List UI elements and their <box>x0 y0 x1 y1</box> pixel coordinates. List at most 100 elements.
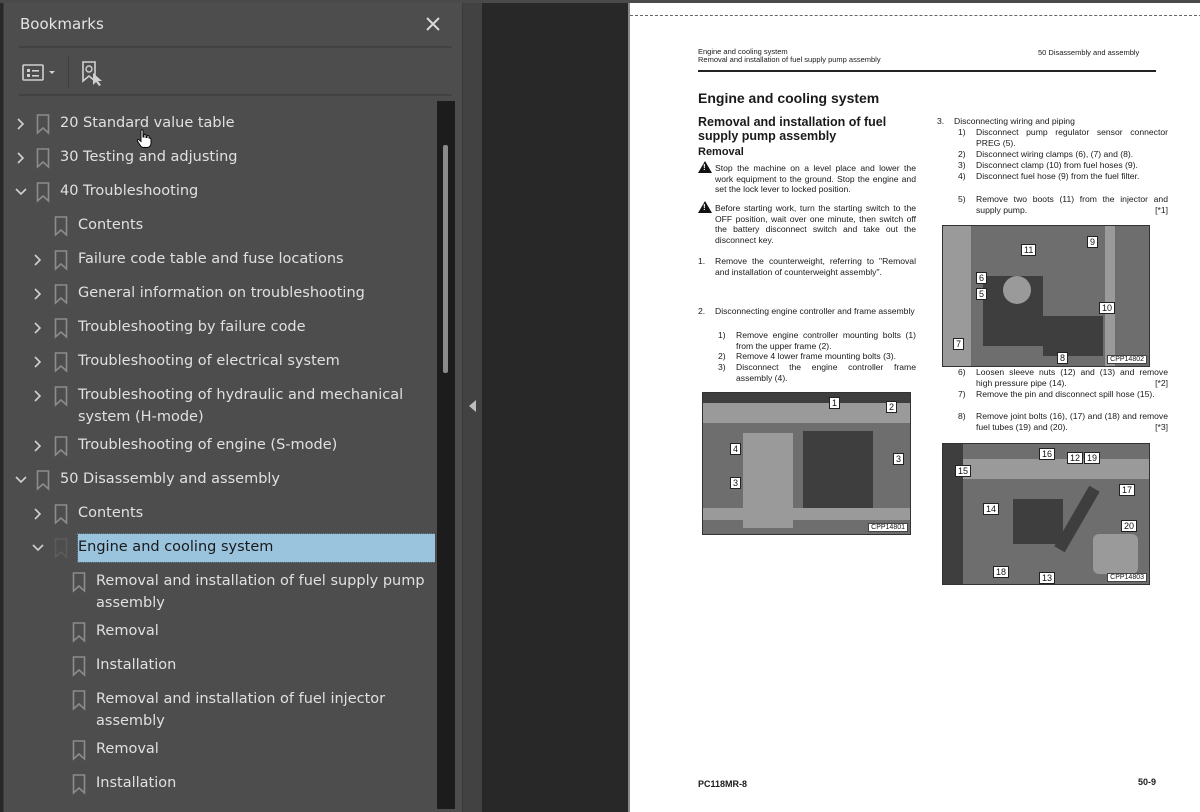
bookmark-scrollbar-thumb[interactable] <box>443 145 448 373</box>
substep-text-content: Remove joint bolts (16), (17) and (18) a… <box>976 411 1168 432</box>
page-number: 50-9 <box>1138 777 1157 787</box>
step-number: 1. <box>698 256 706 266</box>
bookmark-item[interactable]: Removal and installation of fuel injecto… <box>0 687 435 737</box>
bookmark-label: 50 Disassembly and assembly <box>60 471 281 487</box>
bookmark-item[interactable]: Installation <box>0 653 435 687</box>
bookmark-label: Engine and cooling system <box>77 533 435 563</box>
chevron-right-icon[interactable] <box>14 117 28 131</box>
callout: 3 <box>893 453 905 465</box>
bookmark-icon <box>54 216 68 237</box>
substep-text: Remove two boots (11) from the injector … <box>976 194 1168 215</box>
bookmark-label: Contents <box>78 505 144 521</box>
substep-text-content: Disconnect the engine controller frame a… <box>736 362 916 383</box>
substep-text: Disconnect the engine controller frame a… <box>736 362 916 383</box>
bookmark-item[interactable]: 40 Troubleshooting <box>0 179 435 213</box>
bookmark-item[interactable]: Contents <box>0 213 435 247</box>
bookmark-item[interactable]: Troubleshooting of engine (S-mode) <box>0 433 435 467</box>
bookmark-item[interactable]: Contents <box>0 501 435 535</box>
substep-text: Remove the pin and disconnect spill hose… <box>976 389 1168 400</box>
bookmark-item[interactable]: 30 Testing and adjusting <box>0 145 435 179</box>
bookmark-item[interactable]: Engine and cooling system <box>0 533 435 569</box>
bookmark-icon <box>54 386 68 407</box>
callout: 19 <box>1084 452 1101 464</box>
callout: 6 <box>976 272 988 284</box>
bookmark-icon <box>36 182 50 203</box>
bookmark-label: Troubleshooting of hydraulic and mechani… <box>78 387 404 425</box>
warning-icon <box>698 161 712 173</box>
callout: 11 <box>1021 244 1037 256</box>
bookmark-item[interactable]: Troubleshooting of hydraulic and mechani… <box>0 383 435 433</box>
bookmark-label: Troubleshooting by failure code <box>78 319 306 335</box>
callout: 12 <box>1067 452 1084 464</box>
toolbar-divider <box>68 56 69 88</box>
bookmark-icon <box>72 572 86 593</box>
substep-number: 4) <box>958 171 966 181</box>
bookmark-label: Troubleshooting of electrical system <box>78 353 340 369</box>
chevron-down-icon[interactable] <box>14 185 28 199</box>
bookmark-item[interactable]: Removal <box>0 737 435 771</box>
bookmark-item[interactable]: Troubleshooting of electrical system <box>0 349 435 383</box>
bookmark-icon <box>54 318 68 339</box>
chevron-right-icon[interactable] <box>31 355 45 369</box>
chevron-right-icon[interactable] <box>31 287 45 301</box>
bookmark-icon <box>54 538 68 559</box>
chevron-down-icon[interactable] <box>31 541 45 555</box>
page-footer-model: PC118MR-8 <box>698 779 748 789</box>
bookmark-item[interactable]: 20 Standard value table <box>0 111 435 145</box>
figure-supply-pump-wiring: 11 9 6 5 10 7 8 CPP14802 <box>942 225 1150 367</box>
substep-text-content: Remove the pin and disconnect spill hose… <box>976 389 1155 399</box>
bookmark-icon <box>54 436 68 457</box>
step-text: Disconnecting engine controller and fram… <box>715 306 915 316</box>
callout: 16 <box>1039 448 1056 460</box>
chevron-right-icon[interactable] <box>31 439 45 453</box>
bookmark-label: Installation <box>96 775 177 791</box>
bookmark-item[interactable]: Troubleshooting by failure code <box>0 315 435 349</box>
bookmark-icon <box>54 250 68 271</box>
substep-text: Remove joint bolts (16), (17) and (18) a… <box>976 411 1168 432</box>
collapse-panel-button[interactable] <box>462 3 482 812</box>
substep-number: 7) <box>958 389 966 399</box>
bookmark-item[interactable]: Installation <box>0 771 435 805</box>
substep-number: 2) <box>958 149 966 159</box>
find-current-bookmark-icon <box>82 61 102 86</box>
bookmark-item[interactable]: Removal <box>0 619 435 653</box>
substep-text: Remove engine controller mounting bolts … <box>736 330 916 351</box>
find-current-bookmark-button[interactable] <box>78 59 106 87</box>
running-header-right: 50 Disassembly and assembly <box>1038 48 1140 57</box>
step-number: 2. <box>698 306 706 316</box>
bookmark-icon <box>72 774 86 795</box>
callout: 4 <box>730 443 742 455</box>
callout: 13 <box>1039 572 1056 584</box>
bookmark-icon <box>72 690 86 711</box>
chevron-down-icon[interactable] <box>14 473 28 487</box>
callout: 17 <box>1119 484 1136 496</box>
bookmark-icon <box>36 114 50 135</box>
figure-code: CPP14803 <box>1107 573 1147 582</box>
chevron-right-icon[interactable] <box>31 389 45 403</box>
figure-code: CPP14802 <box>1107 355 1147 364</box>
step-text: Remove the counterweight, referring to "… <box>715 256 916 277</box>
bookmark-item[interactable]: General information on troubleshooting <box>0 281 435 315</box>
bookmark-icon <box>36 148 50 169</box>
bookmark-label: General information on troubleshooting <box>78 285 365 301</box>
bookmark-item[interactable]: 50 Disassembly and assembly <box>0 467 435 501</box>
bookmark-item[interactable]: Failure code table and fuse locations <box>0 247 435 281</box>
bookmark-icon <box>72 740 86 761</box>
bookmark-label: Removal and installation of fuel supply … <box>96 573 425 611</box>
chevron-right-icon[interactable] <box>31 321 45 335</box>
callout: 18 <box>993 566 1010 578</box>
chevron-right-icon[interactable] <box>14 151 28 165</box>
callout: 14 <box>983 503 1000 515</box>
callout: 3 <box>730 477 742 489</box>
chevron-right-icon[interactable] <box>31 253 45 267</box>
chevron-right-icon[interactable] <box>31 507 45 521</box>
substep-text-content: Loosen sleeve nuts (12) and (13) and rem… <box>976 367 1168 388</box>
substep-number: 8) <box>958 411 966 421</box>
callout: 5 <box>976 288 988 300</box>
bookmark-options-button[interactable] <box>21 59 59 87</box>
figure-code: CPP14801 <box>868 523 908 532</box>
substep-number: 6) <box>958 367 966 377</box>
step-text: Disconnecting wiring and piping <box>954 116 1075 126</box>
close-panel-button[interactable] <box>422 13 444 35</box>
bookmark-item[interactable]: Removal and installation of fuel supply … <box>0 569 435 619</box>
